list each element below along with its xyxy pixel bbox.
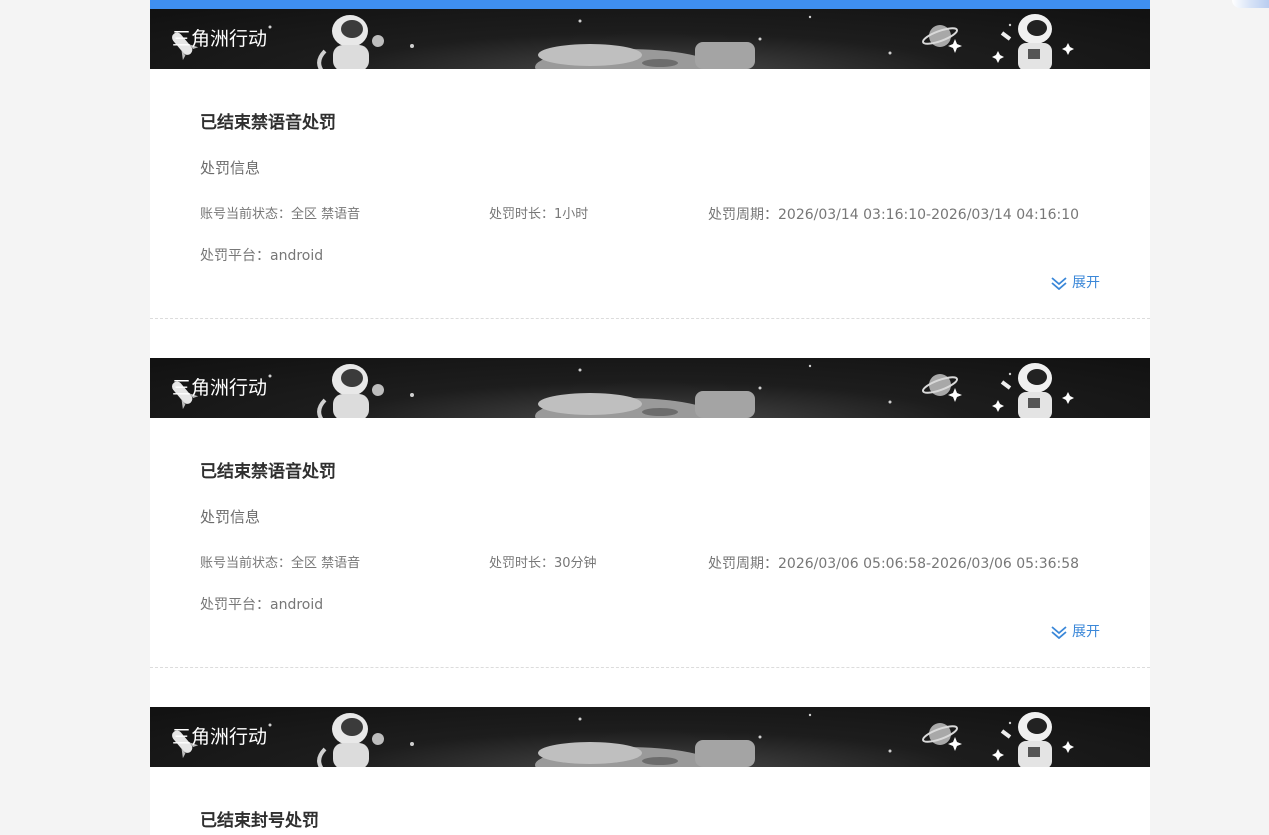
space-banner-illustration xyxy=(172,712,1074,767)
card-body: 已结束禁语音处罚 处罚信息 账号当前状态：全区 禁语音 处罚时长：30分钟 处罚… xyxy=(150,418,1150,668)
astronaut-right-icon xyxy=(992,14,1074,69)
planet-icon xyxy=(921,374,962,402)
expand-label: 展开 xyxy=(1072,624,1100,640)
space-banner-illustration xyxy=(172,14,1074,69)
astronaut-right-icon xyxy=(992,712,1074,767)
punishment-title: 已结束禁语音处罚 xyxy=(200,462,336,482)
card-body: 已结束禁语音处罚 处罚信息 账号当前状态：全区 禁语音 处罚时长：1小时 处罚周… xyxy=(150,69,1150,319)
planet-icon xyxy=(921,25,962,53)
punishment-card: 三角洲行动 已结束禁语音处罚 处罚信息 账号当前状态：全区 禁语音 处罚时长：3… xyxy=(150,358,1150,668)
game-title: 三角洲行动 xyxy=(172,28,268,50)
astronaut-left-icon xyxy=(317,15,384,69)
double-chevron-down-icon xyxy=(1051,626,1067,639)
punishment-title: 已结束禁语音处罚 xyxy=(200,113,336,133)
top-accent-bar xyxy=(150,0,1150,9)
game-banner: 三角洲行动 xyxy=(150,9,1150,69)
spaceship-icon xyxy=(535,391,755,418)
corner-decoration xyxy=(1232,0,1269,8)
punishment-duration: 处罚时长：1小时 xyxy=(489,207,589,222)
punishment-card: 三角洲行动 已结束禁语音处罚 处罚信息 账号当前状态：全区 禁语音 处罚时长：1… xyxy=(150,9,1150,319)
account-status: 账号当前状态：全区 禁语音 xyxy=(200,207,361,222)
punishment-platform: 处罚平台：android xyxy=(200,248,324,264)
section-label: 处罚信息 xyxy=(200,159,261,177)
punishment-period: 处罚周期：2026/03/06 05:06:58-2026/03/06 05:3… xyxy=(708,556,1080,572)
astronaut-left-icon xyxy=(317,364,384,418)
game-title: 三角洲行动 xyxy=(172,377,268,399)
astronaut-left-icon xyxy=(317,713,384,767)
game-banner: 三角洲行动 xyxy=(150,358,1150,418)
spaceship-icon xyxy=(535,42,755,69)
punishment-period: 处罚周期：2026/03/14 03:16:10-2026/03/14 04:1… xyxy=(708,207,1080,223)
punishment-platform: 处罚平台：android xyxy=(200,597,324,613)
planet-icon xyxy=(921,723,962,751)
expand-button[interactable]: 展开 xyxy=(1050,273,1100,293)
punishment-card: 三角洲行动 已结束封号处罚 xyxy=(150,707,1150,835)
game-title: 三角洲行动 xyxy=(172,726,268,748)
astronaut-right-icon xyxy=(992,363,1074,418)
expand-button[interactable]: 展开 xyxy=(1050,622,1100,642)
section-label: 处罚信息 xyxy=(200,508,261,526)
double-chevron-down-icon xyxy=(1051,277,1067,290)
space-banner-illustration xyxy=(172,363,1074,418)
punishment-title: 已结束封号处罚 xyxy=(200,811,319,831)
punishment-duration: 处罚时长：30分钟 xyxy=(489,556,597,571)
expand-label: 展开 xyxy=(1072,275,1100,291)
game-banner: 三角洲行动 xyxy=(150,707,1150,767)
card-body: 已结束封号处罚 xyxy=(150,767,1150,835)
spaceship-icon xyxy=(535,740,755,767)
account-status: 账号当前状态：全区 禁语音 xyxy=(200,556,361,571)
punishment-record-page: 三角洲行动 已结束禁语音处罚 处罚信息 账号当前状态：全区 禁语音 处罚时长：1… xyxy=(150,0,1150,835)
